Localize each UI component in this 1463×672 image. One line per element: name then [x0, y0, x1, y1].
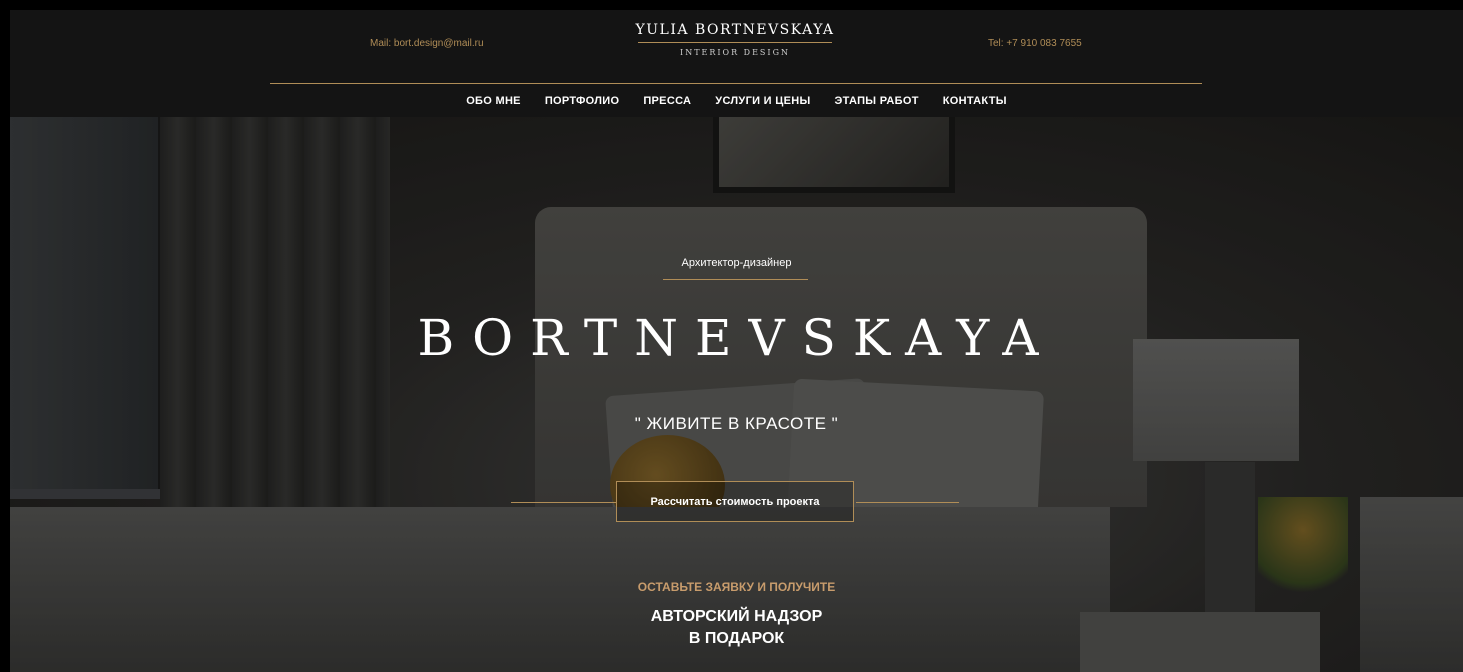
cta-line-left [511, 502, 616, 503]
offer-line-2: В ПОДАРОК [688, 630, 785, 647]
hero-subtitle: Архитектор-дизайнер [681, 257, 792, 269]
offer-line-1: АВТОРСКИЙ НАДЗОР [650, 608, 823, 625]
brand-logo[interactable]: YULIA BORTNEVSKAYA INTERIOR DESIGN [630, 22, 840, 57]
offer-lead: ОСТАВЬТЕ ЗАЯВКУ И ПОЛУЧИТЕ [637, 580, 836, 594]
header-mail[interactable]: Mail: bort.design@mail.ru [370, 38, 484, 49]
nav-item-services[interactable]: УСЛУГИ И ЦЕНЫ [715, 95, 810, 107]
page: Mail: bort.design@mail.ru YULIA BORTNEVS… [0, 0, 1463, 672]
hero-slogan: " ЖИВИТЕ В КРАСОТЕ " [634, 414, 839, 433]
brand-divider [638, 42, 832, 43]
hero-section: Архитектор-дизайнер BORTNEVSKAYA " ЖИВИТ… [10, 117, 1463, 672]
site-header: Mail: bort.design@mail.ru YULIA BORTNEVS… [10, 10, 1463, 117]
header-divider [270, 83, 1202, 84]
cta-line-right [856, 502, 959, 503]
nav-item-stages[interactable]: ЭТАПЫ РАБОТ [835, 95, 919, 107]
header-phone[interactable]: Tel: +7 910 083 7655 [988, 38, 1082, 49]
nav-item-press[interactable]: ПРЕССА [643, 95, 691, 107]
main-nav: ОБО МНЕ ПОРТФОЛИО ПРЕССА УСЛУГИ И ЦЕНЫ Э… [10, 95, 1463, 107]
nav-item-about[interactable]: ОБО МНЕ [466, 95, 521, 107]
brand-subtitle: INTERIOR DESIGN [680, 48, 790, 57]
calculate-cost-button[interactable]: Рассчитать стоимость проекта [616, 481, 854, 522]
hero-title: BORTNEVSKAYA [417, 309, 1056, 367]
nav-item-portfolio[interactable]: ПОРТФОЛИО [545, 95, 620, 107]
offer-main: АВТОРСКИЙ НАДЗОР В ПОДАРОК [10, 606, 1463, 650]
hero-subtitle-divider [663, 279, 808, 280]
nav-item-contacts[interactable]: КОНТАКТЫ [943, 95, 1007, 107]
brand-name: YULIA BORTNEVSKAYA [635, 22, 835, 38]
